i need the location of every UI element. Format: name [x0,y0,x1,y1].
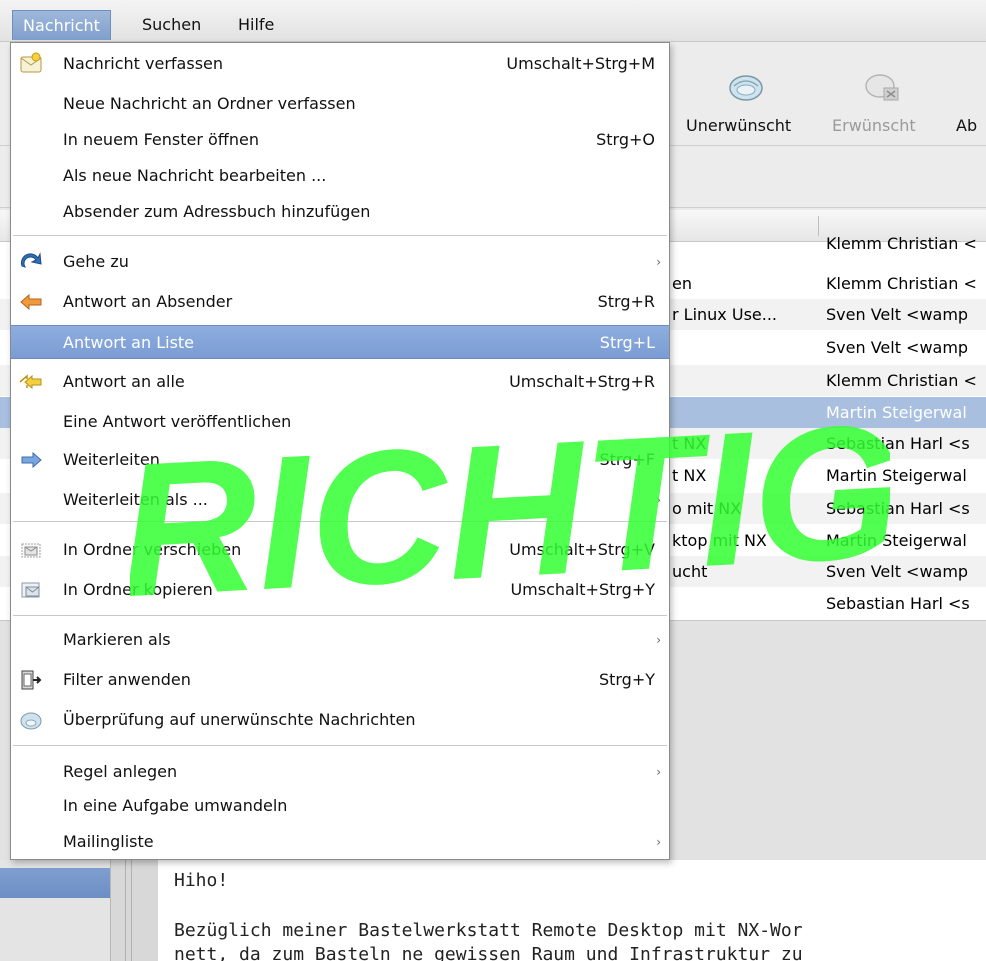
message-preview: Hiho! Bezüglich meiner Bastelwerkstatt R… [158,860,986,961]
menu-hilfe[interactable]: Hilfe [228,10,284,40]
selected-folder[interactable] [0,868,110,898]
message-sender: Sebastian Harl <s [826,594,970,613]
menuitem-edit-as-new[interactable]: Als neue Nachricht bearbeiten ... [11,159,669,193]
message-subject: t NX [672,434,707,453]
submenu-arrow-icon: › [656,255,661,269]
abort-button[interactable]: Ab [956,116,977,135]
filter-icon [21,670,42,690]
message-subject: ktop mit NX [672,531,767,550]
menu-separator [13,745,667,746]
submenu-arrow-icon: › [656,765,661,779]
preview-line: Bezüglich meiner Bastelwerkstatt Remote … [174,920,803,941]
message-subject: t NX [672,466,707,485]
preview-line: nett, da zum Basteln ne gewissen Raum un… [174,944,803,961]
menu-suchen[interactable]: Suchen [132,10,211,40]
compose-icon [20,52,42,73]
reply-all-icon [19,374,42,390]
message-subject: ucht [672,562,708,581]
menuitem-reply-all[interactable]: Antwort an alle Umschalt+Strg+R [11,365,669,399]
go-to-icon [20,252,42,268]
menuitem-go-to[interactable]: Gehe zu › [11,245,669,279]
submenu-arrow-icon: › [656,493,661,507]
pane-splitter[interactable] [110,860,158,961]
message-sender: Klemm Christian < [826,274,977,293]
menuitem-post-reply[interactable]: Eine Antwort veröffentlichen [11,405,669,439]
reply-icon [20,293,42,311]
menu-separator [13,235,667,236]
menuitem-reply-sender[interactable]: Antwort an Absender Strg+R [11,285,669,319]
menubar: Nachricht Suchen Hilfe [0,0,986,42]
submenu-arrow-icon: › [656,835,661,849]
message-subject: r Linux Use... [672,305,778,324]
folder-pane [0,860,110,961]
menu-separator [13,615,667,616]
menuitem-apply-filter[interactable]: Filter anwenden Strg+Y [11,663,669,697]
move-folder-icon [21,543,41,558]
menu-nachricht[interactable]: Nachricht [12,10,111,40]
menuitem-junk-check[interactable]: Überprüfung auf unerwünschte Nachrichten [11,703,669,737]
message-sender: Sven Velt <wamp [826,305,969,324]
menu-separator [13,521,667,522]
message-sender: Martin Steigerwal [826,403,967,422]
menuitem-compose-to-folder[interactable]: Neue Nachricht an Ordner verfassen [11,87,669,121]
forward-icon [21,451,42,469]
junk-icon [729,75,763,101]
message-sender: Sven Velt <wamp [826,562,969,581]
junk-button[interactable]: Unerwünscht [686,116,791,135]
preview-line: Hiho! [174,870,229,891]
message-sender: Sebastian Harl <s [826,434,970,453]
menuitem-reply-list[interactable]: Antwort an Liste Strg+L [11,325,669,359]
menuitem-mark-as[interactable]: Markieren als › [11,623,669,657]
message-sender: Martin Steigerwal [826,466,967,485]
menuitem-convert-task[interactable]: In eine Aufgabe umwandeln [11,789,669,823]
message-sender: Sebastian Harl <s [826,499,970,518]
menuitem-copy-to-folder[interactable]: In Ordner kopieren Umschalt+Strg+Y [11,573,669,607]
message-sender: Martin Steigerwal [826,531,967,550]
submenu-arrow-icon: › [656,633,661,647]
menuitem-forward-as[interactable]: Weiterleiten als ... › [11,483,669,517]
copy-folder-icon [21,582,40,598]
message-subject: en [672,274,692,293]
menuitem-mailing-list[interactable]: Mailingliste › [11,825,669,859]
menuitem-add-sender[interactable]: Absender zum Adressbuch hinzufügen [11,195,669,229]
message-subject: o mit NX [672,499,742,518]
message-sender: Sven Velt <wamp [826,338,969,357]
menuitem-forward[interactable]: Weiterleiten Strg+F [11,443,669,477]
menuitem-create-rule[interactable]: Regel anlegen › [11,755,669,789]
nachricht-dropdown-menu: Nachricht verfassen Umschalt+Strg+M Neue… [10,42,670,860]
not-junk-button[interactable]: Erwünscht [832,116,916,135]
not-junk-icon [865,74,899,101]
menuitem-move-to-folder[interactable]: In Ordner verschieben Umschalt+Strg+V [11,533,669,567]
menuitem-open-new-window[interactable]: In neuem Fenster öffnen Strg+O [11,123,669,157]
junk-check-icon [20,712,42,730]
menuitem-compose[interactable]: Nachricht verfassen Umschalt+Strg+M [11,47,669,81]
message-sender: Klemm Christian < [826,234,977,253]
message-sender: Klemm Christian < [826,371,977,390]
